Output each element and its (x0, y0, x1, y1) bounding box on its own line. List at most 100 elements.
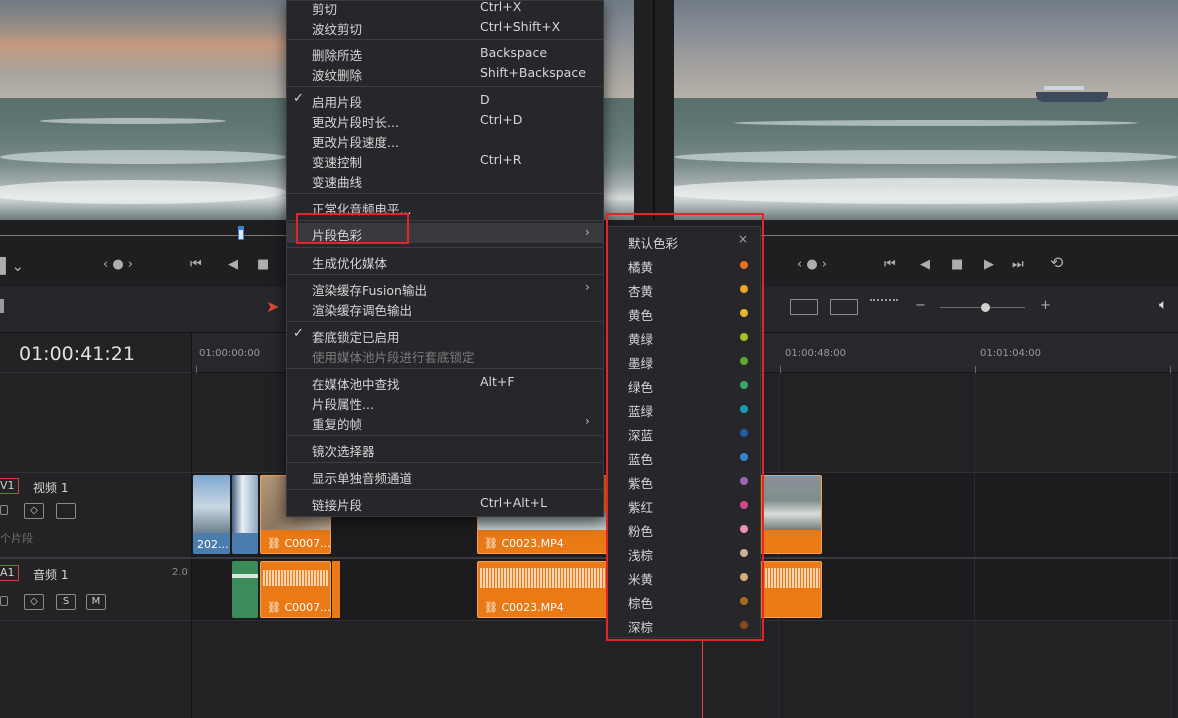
play-icon[interactable]: ▶ (984, 257, 994, 273)
menu-item-label: 使用媒体池片段进行套底锁定 (312, 350, 475, 365)
track-divider (0, 557, 1178, 559)
lock-icon[interactable] (0, 596, 8, 606)
menu-separator (287, 86, 603, 87)
waveform (232, 574, 258, 578)
clip-name-text: C0023.MP4 (501, 537, 564, 550)
play-reverse-icon[interactable]: ◀ (920, 257, 930, 273)
menu-item[interactable]: 更改片段时长... Ctrl+D (287, 110, 603, 130)
menu-item[interactable]: 生成优化媒体 (287, 251, 603, 271)
clip-thumbnail (764, 476, 821, 530)
wave-foam (40, 118, 226, 124)
menu-item[interactable]: 波纹剪切 Ctrl+Shift+X (287, 17, 603, 37)
play-reverse-icon[interactable]: ◀ (228, 257, 238, 273)
menu-separator (287, 274, 603, 275)
video-clip-blue-narrow[interactable] (232, 475, 258, 554)
menu-separator (287, 321, 603, 322)
selection-tool-icon[interactable]: ➤ (266, 297, 279, 316)
link-icon: ⛓︎ (267, 537, 285, 550)
waveform (263, 570, 329, 586)
menu-item[interactable]: 渲染缓存Fusion输出 › (287, 278, 603, 298)
menu-item[interactable]: 在媒体池中查找 Alt+F (287, 372, 603, 392)
speaker-icon[interactable]: 🔈︎ (1159, 297, 1167, 313)
loop-icon[interactable]: ⟲ (1050, 255, 1063, 271)
solo-button[interactable]: S (56, 594, 76, 610)
audio-clip-orange[interactable]: ⛓︎ C0007... (260, 561, 331, 618)
track-headers: 01:00:41:21 (0, 333, 192, 718)
menu-item[interactable]: 片段属性... (287, 392, 603, 412)
grid-line (974, 373, 975, 718)
menu-item[interactable]: ✓ 套底锁定已启用 (287, 325, 603, 345)
menu-item[interactable]: 显示单独音频通道 (287, 466, 603, 486)
go-to-end-icon[interactable]: ⏭ (1012, 257, 1024, 273)
menu-separator (287, 462, 603, 463)
clip-name: 202... (197, 538, 229, 551)
zoom-out-icon[interactable]: − (915, 298, 926, 313)
menu-separator (287, 368, 603, 369)
menu-item[interactable]: 变速控制 Ctrl+R (287, 150, 603, 170)
timecode-display: 01:00:41:21 (19, 343, 135, 365)
menu-item-label: 波纹剪切 (312, 22, 363, 37)
menu-item-label: 更改片段时长... (312, 115, 399, 130)
zoom-full-icon[interactable] (790, 299, 818, 315)
lock-icon[interactable] (0, 505, 8, 515)
video-clip-blue[interactable]: 202... (193, 475, 230, 554)
track-id-v1[interactable]: V1 (0, 478, 19, 494)
highlight-clip-color-item (296, 213, 409, 244)
menu-item-label: 显示单独音频通道 (312, 471, 413, 486)
menu-item[interactable]: 重复的帧 › (287, 412, 603, 432)
track-divider (0, 620, 1178, 621)
menu-item-label: 渲染缓存调色输出 (312, 303, 413, 318)
menu-item-shortcut: Ctrl+D (480, 112, 523, 127)
auto-select-icon[interactable]: ◇ (24, 503, 44, 519)
menu-item[interactable]: 镜次选择器 (287, 439, 603, 459)
go-to-start-icon[interactable]: ⏮ (190, 257, 202, 273)
chevron-down-icon[interactable]: ▌⌄ (0, 258, 24, 274)
zoom-detail-icon[interactable] (830, 299, 858, 315)
menu-item-label: 变速控制 (312, 155, 363, 170)
timeline-scrubber[interactable] (761, 235, 1178, 236)
zoom-slider-handle[interactable] (981, 303, 990, 312)
menu-item[interactable]: 删除所选 Backspace (287, 43, 603, 63)
track-enable-icon[interactable] (56, 503, 76, 519)
go-to-start-icon[interactable]: ⏮ (884, 257, 896, 273)
timeline-viewer[interactable] (674, 0, 1178, 220)
menu-item[interactable]: 剪切 Ctrl+X (287, 0, 603, 17)
menu-item: 使用媒体池片段进行套底锁定 (287, 345, 603, 365)
wave-foam (734, 120, 1138, 126)
menu-item[interactable]: 渲染缓存调色输出 (287, 298, 603, 318)
ruler-tick (196, 366, 197, 373)
menu-item[interactable]: ✓ 启用片段 D (287, 90, 603, 110)
toolbar-left-icon[interactable] (0, 299, 4, 313)
wave-foam (0, 150, 286, 164)
track-name-audio[interactable]: 音频 1 (33, 566, 68, 583)
menu-item[interactable]: 更改片段速度... (287, 130, 603, 150)
clip-name-text: C0007... (284, 537, 331, 550)
timeline-playhead[interactable] (702, 640, 703, 718)
menu-separator (287, 247, 603, 248)
audio-clip-green[interactable] (232, 561, 258, 618)
source-viewer[interactable] (0, 0, 286, 220)
menu-item-shortcut: Backspace (480, 45, 548, 60)
zoom-in-icon[interactable]: + (1040, 298, 1051, 313)
track-id-a1[interactable]: A1 (0, 565, 19, 581)
jog-control[interactable]: ‹ ● › (103, 257, 133, 273)
checkmark-icon: ✓ (293, 91, 304, 106)
audio-clip-tail[interactable] (332, 561, 340, 618)
menu-item[interactable]: 链接片段 Ctrl+Alt+L (287, 493, 603, 513)
track-name-video[interactable]: 视频 1 (33, 479, 68, 496)
stop-icon[interactable]: ■ (951, 257, 963, 273)
chevron-right-icon: › (585, 414, 590, 428)
menu-item-shortcut: D (480, 92, 490, 107)
viewer-sky (604, 0, 634, 98)
menu-item[interactable]: 波纹删除 Shift+Backspace (287, 63, 603, 83)
auto-select-icon[interactable]: ◇ (24, 594, 44, 610)
viewer-sea (604, 98, 634, 220)
mute-button[interactable]: M (86, 594, 106, 610)
clip-name: ⛓︎ C0023.MP4 (484, 601, 564, 614)
viewer-divider-line (653, 0, 655, 220)
jog-control[interactable]: ‹ ● › (797, 257, 827, 273)
zoom-custom-icon[interactable] (870, 299, 898, 315)
menu-item-shortcut: Alt+F (480, 374, 515, 389)
stop-icon[interactable]: ■ (257, 257, 269, 273)
menu-item[interactable]: 变速曲线 (287, 170, 603, 190)
